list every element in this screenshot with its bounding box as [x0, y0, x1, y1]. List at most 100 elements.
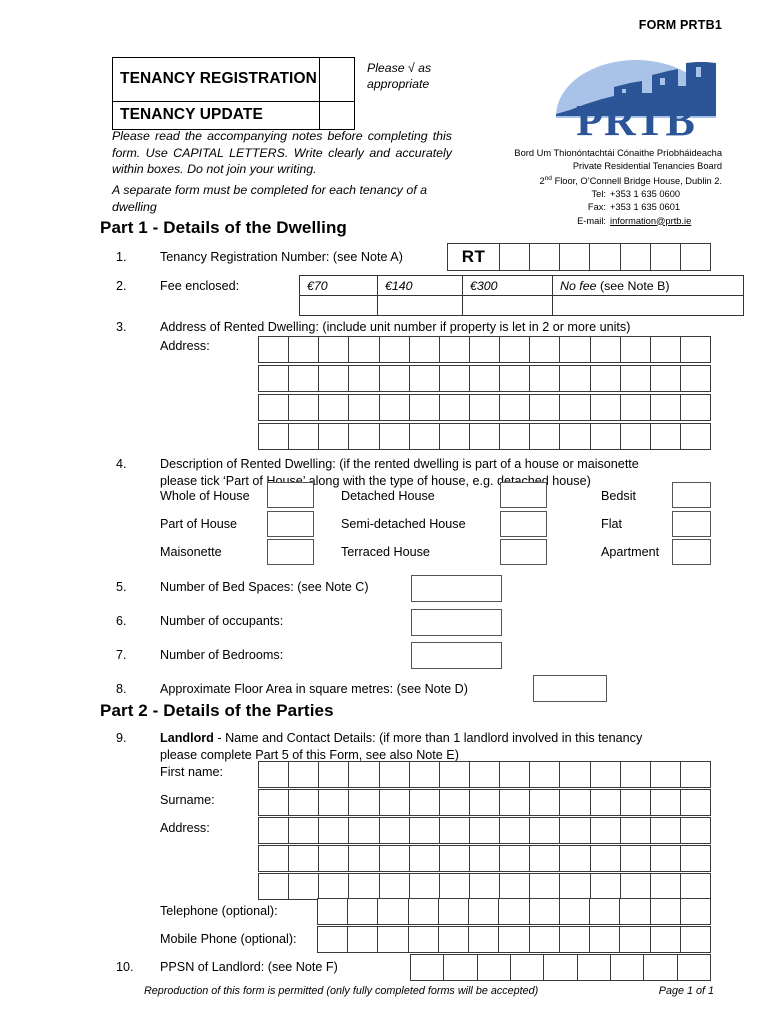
grid-cell[interactable]	[289, 366, 320, 391]
grid-cell[interactable]	[560, 846, 591, 871]
grid-cell[interactable]	[380, 818, 410, 843]
grid-cell[interactable]	[410, 366, 440, 391]
grid-cell[interactable]	[530, 424, 561, 449]
grid-cell[interactable]	[500, 366, 531, 391]
grid-cell[interactable]	[500, 337, 531, 362]
grid-cell[interactable]	[560, 818, 591, 843]
grid-cell[interactable]	[591, 395, 621, 420]
landlord-first-name-field[interactable]	[258, 761, 711, 788]
grid-cell[interactable]	[319, 424, 350, 449]
grid-cell[interactable]	[410, 395, 440, 420]
grid-cell[interactable]	[651, 337, 681, 362]
grid-cell[interactable]	[319, 762, 350, 787]
grid-cell[interactable]	[259, 395, 290, 420]
grid-cell[interactable]	[409, 899, 439, 924]
grid-cell[interactable]	[560, 395, 591, 420]
grid-cell[interactable]	[410, 846, 440, 871]
grid-cell[interactable]	[440, 790, 470, 815]
grid-cell[interactable]	[500, 874, 531, 899]
landlord-surname-field[interactable]	[258, 789, 711, 816]
tenancy-registration-checkbox[interactable]	[319, 57, 355, 102]
grid-cell[interactable]	[289, 337, 320, 362]
grid-cell[interactable]	[259, 874, 290, 899]
grid-cell[interactable]	[591, 762, 621, 787]
dwelling-address-row-1[interactable]	[258, 336, 711, 363]
grid-cell[interactable]	[440, 846, 470, 871]
grid-cell[interactable]	[380, 874, 410, 899]
grid-cell[interactable]	[500, 818, 531, 843]
landlord-address-row-1[interactable]	[258, 817, 711, 844]
grid-cell[interactable]	[380, 424, 410, 449]
grid-cell[interactable]	[470, 818, 501, 843]
grid-cell[interactable]	[651, 395, 681, 420]
grid-cell[interactable]	[651, 818, 681, 843]
grid-cell[interactable]	[500, 762, 531, 787]
grid-cell[interactable]	[621, 846, 651, 871]
grid-cell[interactable]	[380, 366, 410, 391]
grid-cell[interactable]	[349, 337, 380, 362]
grid-cell[interactable]	[560, 927, 591, 952]
grid-cell[interactable]	[289, 818, 320, 843]
grid-cell[interactable]	[530, 899, 560, 924]
landlord-ppsn-field[interactable]	[410, 954, 711, 981]
grid-cell[interactable]	[530, 762, 561, 787]
grid-cell[interactable]	[380, 762, 410, 787]
checkbox-maisonette[interactable]	[267, 539, 314, 565]
fee-checkbox-none[interactable]	[552, 295, 744, 316]
grid-cell[interactable]	[500, 846, 531, 871]
landlord-telephone-field[interactable]	[317, 898, 711, 925]
grid-cell[interactable]	[470, 424, 501, 449]
grid-cell[interactable]	[410, 337, 440, 362]
grid-cell[interactable]	[651, 366, 681, 391]
grid-cell[interactable]	[289, 846, 320, 871]
grid-cell[interactable]	[319, 846, 350, 871]
grid-cell[interactable]	[349, 874, 380, 899]
grid-cell[interactable]	[681, 395, 710, 420]
occupants-field[interactable]	[411, 609, 502, 636]
checkbox-whole-of-house[interactable]	[267, 482, 314, 508]
grid-cell[interactable]	[591, 424, 621, 449]
grid-cell[interactable]	[319, 790, 350, 815]
grid-cell[interactable]	[319, 366, 350, 391]
grid-cell[interactable]	[621, 244, 651, 270]
grid-cell[interactable]	[439, 927, 470, 952]
email-link[interactable]: information@prtb.ie	[610, 215, 722, 228]
grid-cell[interactable]	[500, 790, 531, 815]
grid-cell[interactable]	[409, 927, 439, 952]
grid-cell[interactable]	[530, 818, 561, 843]
grid-cell[interactable]	[440, 818, 470, 843]
grid-cell[interactable]	[681, 927, 710, 952]
grid-cell[interactable]	[319, 337, 350, 362]
grid-cell[interactable]	[440, 337, 470, 362]
grid-cell[interactable]	[651, 762, 681, 787]
grid-cell[interactable]	[259, 337, 290, 362]
dwelling-address-row-2[interactable]	[258, 365, 711, 392]
grid-cell[interactable]	[289, 790, 320, 815]
grid-cell[interactable]	[349, 366, 380, 391]
grid-cell[interactable]	[470, 874, 501, 899]
grid-cell[interactable]	[348, 927, 379, 952]
grid-cell[interactable]	[259, 790, 290, 815]
grid-cell[interactable]	[681, 899, 710, 924]
floor-area-field[interactable]	[533, 675, 607, 702]
grid-cell[interactable]	[259, 366, 290, 391]
checkbox-flat[interactable]	[672, 511, 711, 537]
grid-cell[interactable]	[440, 424, 470, 449]
grid-cell[interactable]	[530, 244, 561, 270]
grid-cell[interactable]	[644, 955, 678, 980]
grid-cell[interactable]	[349, 790, 380, 815]
grid-cell[interactable]	[678, 955, 710, 980]
grid-cell[interactable]	[530, 846, 561, 871]
grid-cell[interactable]	[319, 874, 350, 899]
grid-cell[interactable]	[378, 899, 409, 924]
grid-cell[interactable]	[681, 762, 710, 787]
grid-cell[interactable]	[591, 846, 621, 871]
grid-cell[interactable]	[560, 874, 591, 899]
grid-cell[interactable]	[560, 790, 591, 815]
grid-cell[interactable]	[591, 874, 621, 899]
grid-cell[interactable]	[478, 955, 511, 980]
grid-cell[interactable]	[530, 790, 561, 815]
checkbox-bedsit[interactable]	[672, 482, 711, 508]
checkbox-semi-detached-house[interactable]	[500, 511, 547, 537]
fee-checkbox-300[interactable]	[462, 295, 553, 316]
